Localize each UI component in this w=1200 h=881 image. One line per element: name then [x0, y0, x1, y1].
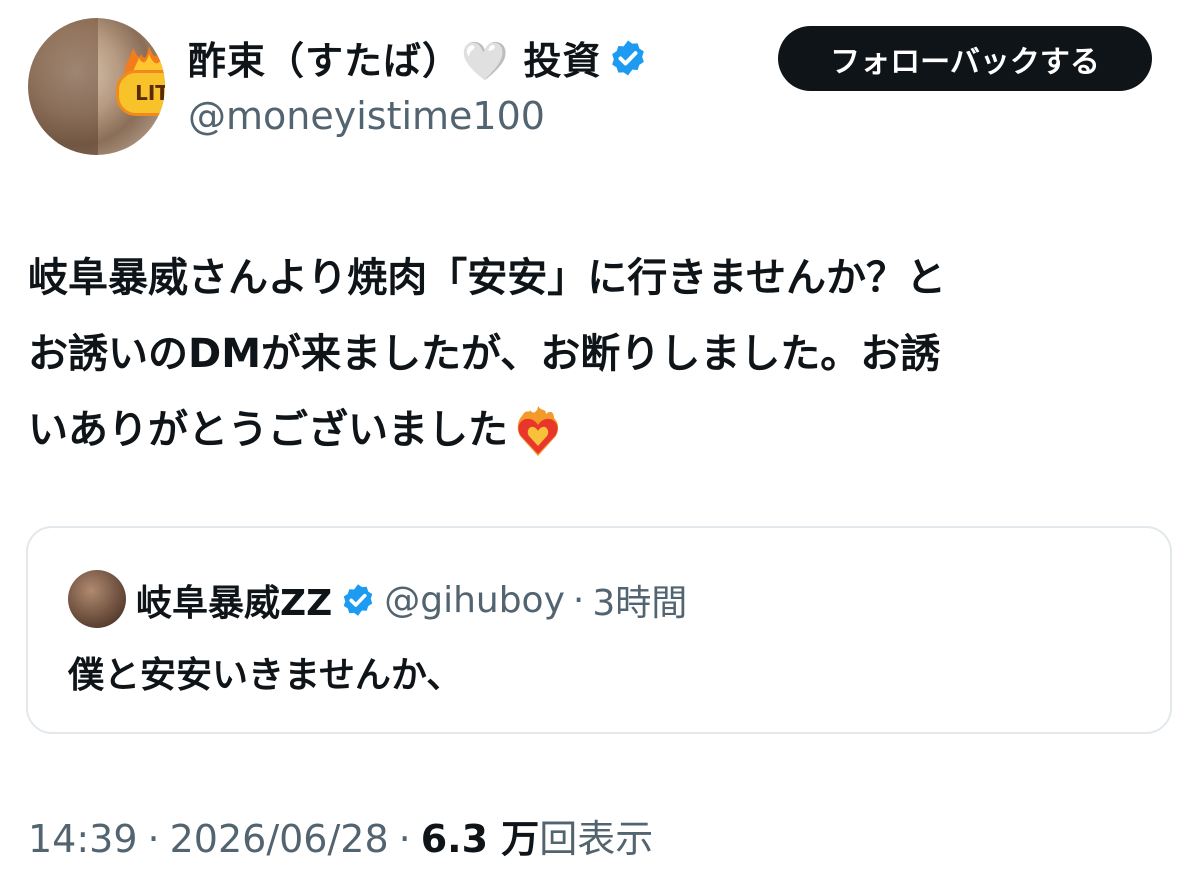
author-handle[interactable]: @moneyistime100 [188, 94, 545, 138]
quoted-tweet-text: 僕と安安いきませんか、 [68, 655, 463, 696]
quoted-author-avatar[interactable] [68, 570, 126, 628]
author-avatar[interactable]: LIT [28, 18, 165, 155]
meta-separator: · [398, 817, 411, 861]
quoted-separator: · [572, 579, 585, 621]
follow-back-button[interactable]: フォローバックする [778, 26, 1152, 91]
tweet-date[interactable]: 2026/06/28 [170, 817, 389, 861]
author-name-row: 酢束（すたば）🤍 投資 [188, 30, 648, 85]
views-label: 回表示 [539, 817, 654, 861]
meta-separator: · [147, 817, 160, 861]
quoted-timestamp[interactable]: 3時間 [592, 574, 687, 626]
tweet-body: 岐阜暴威さんより焼肉「安安」に行きませんか？と お誘いのDMが来ましたが、お断り… [28, 240, 1178, 468]
heart-on-fire-icon [517, 406, 559, 456]
avatar-photo [28, 18, 98, 155]
lit-badge: LIT [116, 70, 165, 116]
quoted-tweet-header: 岐阜暴威ZZ @gihuboy · 3時間 [136, 574, 687, 626]
quoted-tweet-card[interactable]: 岐阜暴威ZZ @gihuboy · 3時間 僕と安安いきませんか、 [26, 526, 1172, 734]
views-count: 6.3 万 [420, 817, 540, 861]
tweet-text: 岐阜暴威さんより焼肉「安安」に行きませんか？と お誘いのDMが来ましたが、お断り… [28, 255, 946, 453]
author-display-name[interactable]: 酢束（すたば）🤍 投資 [188, 30, 602, 85]
verified-badge-icon[interactable] [608, 38, 648, 78]
quoted-verified-badge-icon [343, 584, 373, 616]
tweet-time[interactable]: 14:39 [28, 817, 138, 861]
quoted-author-name[interactable]: 岐阜暴威ZZ [136, 574, 332, 626]
quoted-author-handle[interactable]: @gihuboy [384, 580, 565, 621]
views-count-group[interactable]: 6.3 万回表示 [421, 808, 654, 863]
tweet-meta: 14:39 · 2026/06/28 · 6.3 万回表示 [28, 808, 653, 863]
